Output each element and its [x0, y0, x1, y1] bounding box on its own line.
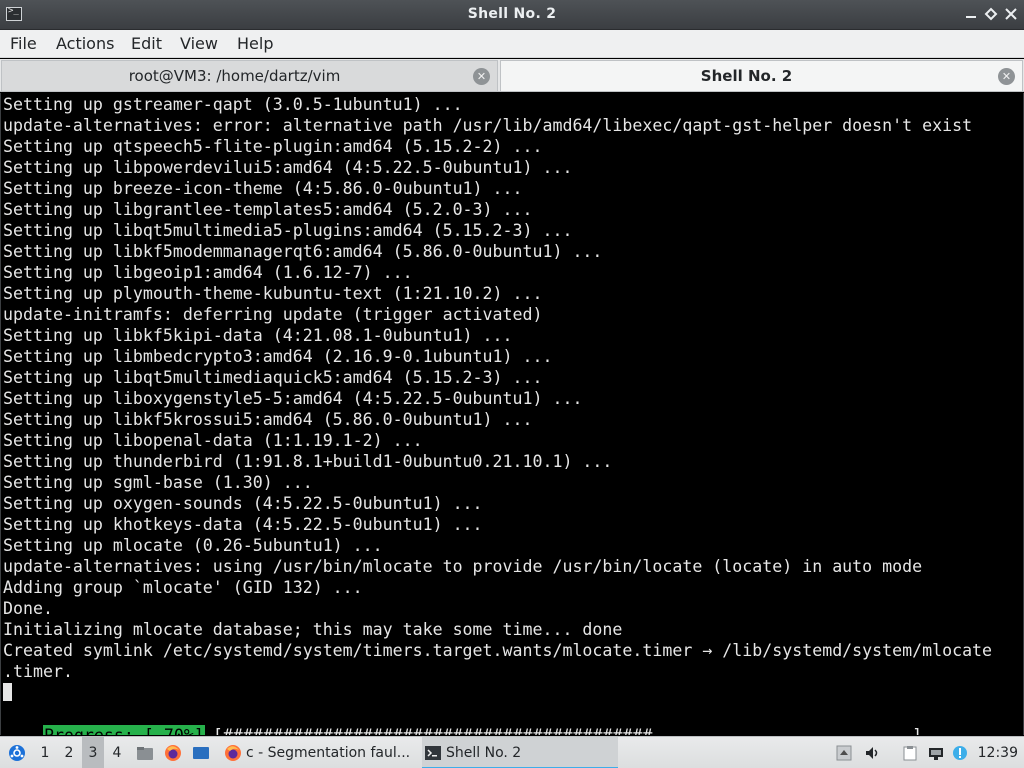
terminal-line: Setting up libgeoip1:amd64 (1.6.12-7) ..… — [3, 263, 413, 282]
taskbar: 1 2 3 4 c - Segmentation faul... Shell N… — [0, 736, 1024, 768]
tab-bar: root@VM3: /home/dartz/vim ✕ Shell No. 2 … — [0, 59, 1024, 92]
terminal-line: Setting up libqt5multimedia5-plugins:amd… — [3, 221, 573, 240]
terminal-line: Setting up liboxygenstyle5-5:amd64 (4:5.… — [3, 389, 583, 408]
folder-icon — [137, 747, 153, 760]
tab-label: root@VM3: /home/dartz/vim — [128, 67, 341, 85]
terminal-line: Setting up libqt5multimediaquick5:amd64 … — [3, 368, 543, 387]
menu-bar: File Actions Edit View Help — [0, 30, 1024, 58]
terminal-line: update-initramfs: deferring update (trig… — [3, 305, 543, 324]
terminal-line: Adding group `mlocate' (GID 132) ... — [3, 578, 363, 597]
terminal-output[interactable]: Setting up gstreamer-qapt (3.0.5-1ubuntu… — [0, 93, 1024, 735]
restore-icon — [984, 7, 998, 21]
kubuntu-logo-icon — [9, 745, 25, 761]
terminal-line: Setting up thunderbird (1:91.8.1+build1-… — [3, 452, 613, 471]
show-desktop-button[interactable] — [190, 737, 212, 768]
terminal-line: update-alternatives: error: alternative … — [3, 116, 973, 135]
terminal-line: Setting up sgml-base (1.30) ... — [3, 473, 313, 492]
terminal-icon — [425, 746, 441, 760]
terminal-line: Setting up libkf5krossui5:amd64 (5.86.0-… — [3, 410, 533, 429]
terminal-line: Setting up khotkeys-data (4:5.22.5-0ubun… — [3, 515, 483, 534]
terminal-line: Setting up mlocate (0.26-5ubuntu1) ... — [3, 536, 383, 555]
window-titlebar[interactable]: Shell No. 2 — [0, 0, 1024, 30]
terminal-line: Setting up libmbedcrypto3:amd64 (2.16.9-… — [3, 347, 553, 366]
terminal-line: Initializing mlocate database; this may … — [3, 620, 623, 639]
terminal-lines: Setting up gstreamer-qapt (3.0.5-1ubuntu… — [3, 94, 1019, 682]
terminal-line: Created symlink /etc/systemd/system/time… — [3, 641, 993, 660]
network-icon[interactable] — [928, 745, 944, 761]
window-title: Shell No. 2 — [467, 6, 557, 22]
workspace-1[interactable]: 1 — [34, 737, 56, 768]
terminal-line: Setting up oxygen-sounds (4:5.22.5-0ubun… — [3, 494, 483, 513]
application-launcher[interactable] — [4, 737, 30, 768]
menu-view[interactable]: View — [178, 34, 220, 53]
task-label: Shell No. 2 — [446, 745, 522, 761]
menu-actions[interactable]: Actions — [54, 34, 116, 53]
tab-close-icon[interactable]: ✕ — [473, 68, 490, 85]
terminal-line: Setting up libkf5kipi-data (4:21.08.1-0u… — [3, 326, 513, 345]
updates-icon[interactable] — [952, 745, 968, 761]
terminal-line: Setting up libgrantlee-templates5:amd64 … — [3, 200, 533, 219]
firefox-icon — [165, 745, 181, 761]
menu-edit[interactable]: Edit — [129, 34, 164, 53]
terminal-line: Done. — [3, 599, 53, 618]
task-shell[interactable]: Shell No. 2 — [422, 737, 618, 768]
close-window-button[interactable] — [1002, 5, 1020, 23]
apt-progress: Progress: [ 70%] [#######################… — [3, 703, 922, 735]
close-icon — [1005, 8, 1017, 20]
firefox-launcher[interactable] — [162, 737, 184, 768]
terminal-line: .timer. — [3, 662, 73, 681]
progress-bar: [#######################################… — [213, 725, 922, 735]
terminal-line: Setting up gstreamer-qapt (3.0.5-1ubuntu… — [3, 95, 463, 114]
task-firefox[interactable]: c - Segmentation faul... — [222, 737, 418, 768]
volume-icon[interactable] — [864, 745, 880, 761]
terminal-line: Setting up qtspeech5-flite-plugin:amd64 … — [3, 137, 543, 156]
terminal-line: Setting up libpowerdevilui5:amd64 (4:5.2… — [3, 158, 573, 177]
terminal-cursor — [3, 683, 12, 701]
tray-expand-icon[interactable] — [836, 745, 852, 761]
terminal-line: Setting up libkf5modemmanagerqt6:amd64 (… — [3, 242, 603, 261]
progress-label: Progress: [ 70%] — [42, 725, 205, 735]
terminal-line: Setting up plymouth-theme-kubuntu-text (… — [3, 284, 543, 303]
file-manager-launcher[interactable] — [134, 737, 156, 768]
menu-file[interactable]: File — [8, 34, 39, 53]
clipboard-icon[interactable] — [902, 745, 918, 761]
minimize-icon — [966, 16, 976, 18]
task-label: c - Segmentation faul... — [246, 745, 411, 761]
minimize-button[interactable] — [962, 5, 980, 23]
workspace-3[interactable]: 3 — [82, 737, 104, 768]
menu-help[interactable]: Help — [235, 34, 275, 53]
firefox-icon — [225, 745, 241, 761]
terminal-line: Setting up breeze-icon-theme (4:5.86.0-0… — [3, 179, 523, 198]
tab-close-icon[interactable]: ✕ — [998, 68, 1015, 85]
tab-shell-no-2[interactable]: Shell No. 2 ✕ — [500, 60, 1023, 91]
maximize-button[interactable] — [982, 5, 1000, 23]
terminal-line: update-alternatives: using /usr/bin/mloc… — [3, 557, 923, 576]
workspace-4[interactable]: 4 — [106, 737, 128, 768]
tab-label: Shell No. 2 — [700, 67, 793, 85]
workspace-2[interactable]: 2 — [58, 737, 80, 768]
clock[interactable]: 12:39 — [978, 737, 1018, 768]
desktop-icon — [193, 747, 209, 759]
terminal-line: Setting up libopenal-data (1:1.19.1-2) .… — [3, 431, 423, 450]
tab-root-vm3[interactable]: root@VM3: /home/dartz/vim ✕ — [1, 60, 498, 91]
